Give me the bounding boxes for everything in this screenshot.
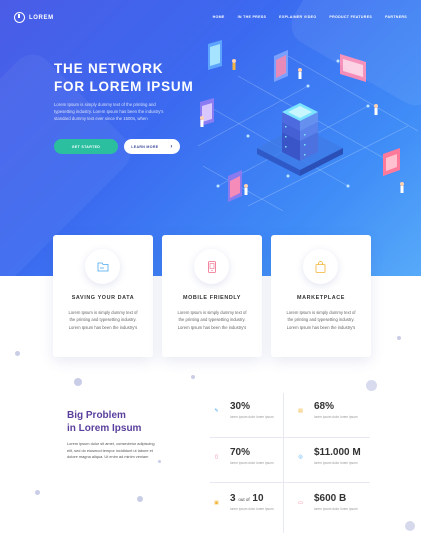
learn-more-label: LEARN MORE [131, 144, 159, 149]
stat-value: $600 B [314, 493, 347, 504]
section-description: Lorem ipsum dolor sit amet, consectetur … [67, 441, 155, 460]
feature-title: MARKETPLACE [297, 295, 345, 301]
stat-item: ▭ $600 B lorem ipsum dolor lorem ipsum [296, 493, 386, 537]
brand-logo[interactable]: LOREM [14, 12, 54, 23]
decor-dot [137, 496, 143, 502]
feature-title: MOBILE FRIENDLY [183, 295, 241, 301]
feature-description: Lorem Ipsum is simply dummy text of the … [177, 310, 247, 330]
nav-product-features[interactable]: PRODUCT FEATURES [329, 15, 372, 19]
landing-page: LOREM HOME IN THE PRESS EXPLAINER VIDEO … [0, 0, 421, 537]
feature-description: Lorem Ipsum is simply dummy text of the … [286, 310, 356, 330]
stat-item: ◎ $11.000 M lorem ipsum dolor lorem ipsu… [296, 447, 386, 492]
nav-home[interactable]: HOME [213, 15, 225, 19]
bag-icon [303, 249, 338, 284]
stat-item: ▣ 3 out of 10 lorem ipsum dolor lorem ip… [212, 493, 302, 537]
decor-dot [191, 375, 195, 379]
pen-icon: ✎ [214, 407, 219, 414]
decor-dot [74, 378, 82, 386]
get-started-label: GET STARTED [71, 144, 101, 149]
clipboard-icon: ▤ [298, 407, 303, 414]
decor-dot [405, 521, 415, 531]
clock-icon [14, 12, 25, 23]
stat-item: ▤ 68% lorem ipsum dolor lorem ipsum [296, 401, 386, 446]
stat-label: lorem ipsum dolor lorem ipsum [230, 461, 274, 465]
get-started-button[interactable]: GET STARTED [54, 139, 118, 154]
decor-dot [15, 351, 20, 356]
network-illustration [188, 36, 421, 216]
stat-value-suffix: out of [238, 497, 250, 502]
stat-value-total: 10 [252, 493, 264, 504]
folder-icon [85, 249, 120, 284]
top-nav: HOME IN THE PRESS EXPLAINER VIDEO PRODUC… [213, 15, 407, 19]
hero-description: Lorem Ipsum is simply dummy text of the … [54, 102, 164, 121]
decor-dot [397, 336, 401, 340]
stat-label: lorem ipsum dolor lorem ipsum [230, 507, 274, 511]
stat-value-main: 3 [230, 493, 236, 504]
card-icon: ▭ [298, 499, 303, 506]
stat-item: ▯ 70% lorem ipsum dolor lorem ipsum [212, 447, 302, 492]
stat-label: lorem ipsum dolor lorem ipsum [314, 415, 358, 419]
stat-label: lorem ipsum dolor lorem ipsum [230, 415, 274, 419]
decor-dot [35, 490, 40, 495]
stat-value: 70% [230, 447, 251, 458]
stat-value: 68% [314, 401, 335, 412]
nav-in-the-press[interactable]: IN THE PRESS [238, 15, 267, 19]
dollar-icon: ◎ [298, 453, 303, 460]
feature-card-marketplace[interactable]: MARKETPLACE Lorem Ipsum is simply dummy … [271, 235, 371, 357]
stat-item: ✎ 30% lorem ipsum dolor lorem ipsum [212, 401, 302, 446]
isometric-network-graphic [197, 40, 419, 212]
stat-value: 30% [230, 401, 251, 412]
learn-more-button[interactable]: LEARN MORE › [124, 139, 180, 154]
feature-title: SAVING YOUR DATA [71, 295, 135, 301]
nav-partners[interactable]: PARTNERS [385, 15, 407, 19]
feature-card-mobile-friendly[interactable]: MOBILE FRIENDLY Lorem Ipsum is simply du… [162, 235, 262, 357]
feature-card-saving-data[interactable]: SAVING YOUR DATA Lorem Ipsum is simply d… [53, 235, 153, 357]
hero-title: THE NETWORK FOR LOREM IPSUM [54, 61, 194, 94]
brand-name: LOREM [29, 14, 54, 21]
stat-value: 3 out of 10 [230, 493, 264, 504]
feature-description: Lorem Ipsum is simply dummy text of the … [68, 310, 138, 330]
star-icon: ▣ [214, 499, 219, 506]
stat-label: lorem ipsum dolor lorem ipsum [314, 507, 358, 511]
section-title: Big Problem in Lorem Ipsum [67, 410, 142, 434]
stat-label: lorem ipsum dolor lorem ipsum [314, 461, 358, 465]
stat-value: $11.000 M [314, 447, 361, 458]
mobile-icon [194, 249, 229, 284]
decor-dot [366, 380, 377, 391]
chevron-right-icon: › [170, 143, 173, 150]
nav-explainer-video[interactable]: EXPLAINER VIDEO [279, 15, 316, 19]
phone-icon: ▯ [215, 453, 218, 460]
